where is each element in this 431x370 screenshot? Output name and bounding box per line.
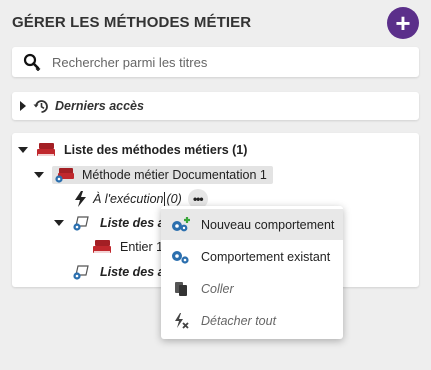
gear-add-icon [161,216,201,234]
detach-icon [161,312,201,330]
recent-access-label: Derniers accès [55,99,144,113]
tree-list-b-node[interactable]: Liste des ar [72,264,169,280]
tree-list-b-label: Liste des ar [100,265,170,279]
books-icon [36,142,58,158]
history-icon [33,98,50,115]
menu-item-label: Coller [201,281,234,296]
tree-execution-count: (0) [166,192,182,206]
search-input[interactable] [52,54,392,70]
tree-method-label: Méthode métier Documentation 1 [82,168,267,182]
gears-icon [161,248,201,266]
tree-list-a-node[interactable]: Liste des ar [54,215,169,231]
page-title: GÉRER LES MÉTHODES MÉTIER [12,14,252,31]
search-bar [12,47,419,77]
lightning-icon [74,191,87,207]
menu-item-existing-behavior[interactable]: Comportement existant [161,241,343,272]
menu-item-new-behavior[interactable]: Nouveau comportement [161,209,343,240]
paste-icon [161,280,201,298]
collapse-caret-icon[interactable] [34,172,44,178]
menu-item-label: Comportement existant [201,249,331,264]
list-gear-icon [72,215,94,231]
menu-item-detach-all[interactable]: Détacher tout [161,305,343,336]
menu-item-paste[interactable]: Coller [161,273,343,304]
tree-root-label: Liste des méthodes métiers (1) [64,143,248,157]
books-icon [92,239,114,255]
add-button[interactable]: + [387,7,419,39]
tree-root[interactable]: Liste des méthodes métiers (1) [18,142,247,158]
tree-entier-node[interactable]: Entier 1 [92,239,163,255]
tree-method-node[interactable]: Méthode métier Documentation 1 [34,166,273,184]
menu-item-label: Détacher tout [201,313,277,328]
tree-list-a-label: Liste des ar [100,216,170,230]
menu-item-label: Nouveau comportement [201,217,335,232]
context-menu: Nouveau comportement Comportement exista… [161,206,343,339]
collapse-caret-icon[interactable] [18,147,28,153]
expand-caret-icon[interactable] [20,101,26,111]
method-gear-book-icon [54,167,76,183]
search-icon[interactable] [12,53,52,71]
recent-access-section[interactable]: Derniers accès [12,92,419,120]
plus-icon: + [395,8,411,38]
tree-execution-label: À l'exécution [93,192,164,206]
tree-entier-label: Entier 1 [120,240,164,254]
collapse-caret-icon[interactable] [54,220,64,226]
list-gear-icon [72,264,94,280]
